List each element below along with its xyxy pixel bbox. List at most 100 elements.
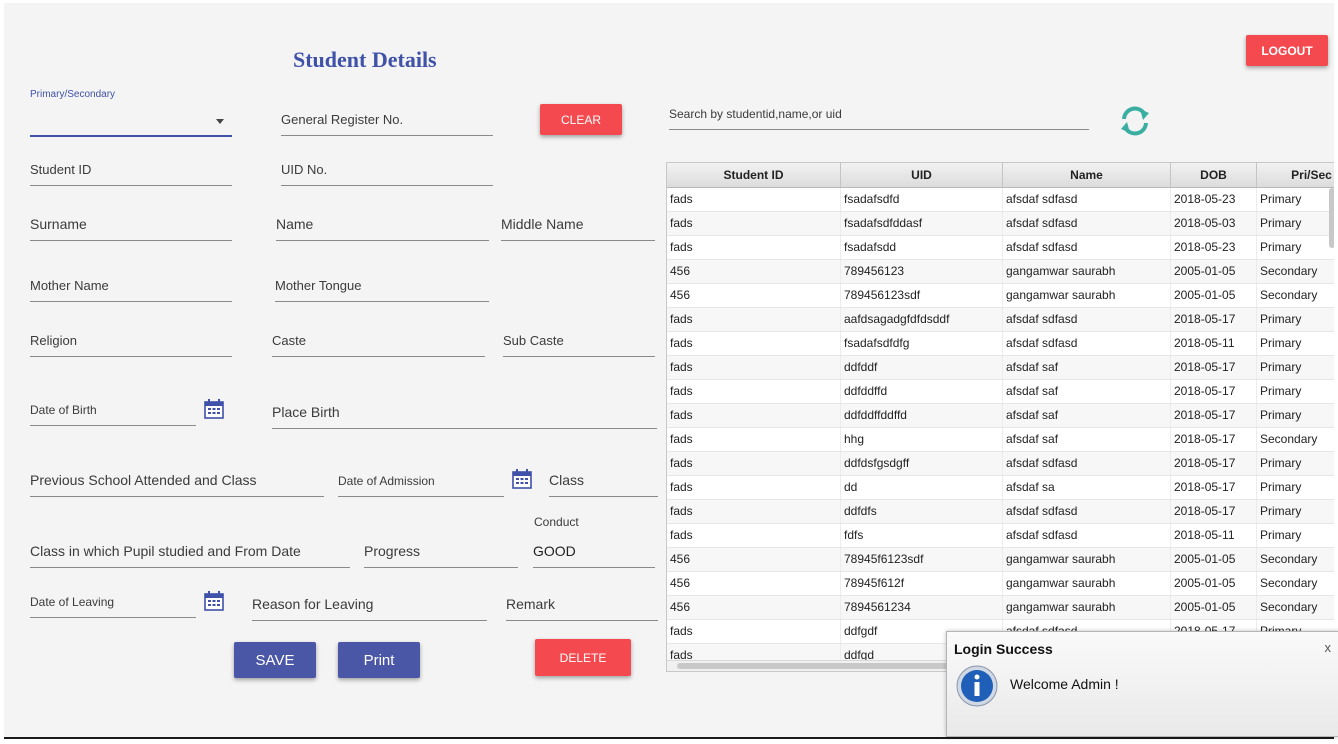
table-row[interactable]: fads ddfddffddffd afsdaf saf 2018-05-17 Prim… — [667, 404, 1334, 428]
cell-name: afsdaf sdfasd — [1003, 452, 1171, 475]
cell-pri-sec: Secondary — [1257, 284, 1334, 307]
sub-caste-placeholder: Sub Caste — [503, 333, 564, 348]
table-row[interactable]: 456 78945f6123sdf gangamwar saurabh 2005-01… — [667, 548, 1334, 572]
cell-name: gangamwar saurabh — [1003, 596, 1171, 619]
religion-field[interactable]: Religion — [30, 324, 232, 357]
cell-pri-sec: Secondary — [1257, 596, 1334, 619]
cell-student-id: 456 — [667, 260, 841, 283]
refresh-icon[interactable] — [1116, 103, 1154, 139]
cell-pri-sec: Secondary — [1257, 260, 1334, 283]
cell-pri-sec: Primary — [1257, 380, 1334, 403]
cell-student-id: 456 — [667, 284, 841, 307]
cell-student-id: fads — [667, 500, 841, 523]
logout-button[interactable]: LOGOUT — [1246, 35, 1328, 66]
table-row[interactable]: fads fsadafsdd afsdaf sdfasd 2018-05-23 Prim… — [667, 236, 1334, 260]
cell-uid: dd — [841, 476, 1003, 499]
column-header-name[interactable]: Name — [1003, 163, 1171, 187]
students-table[interactable]: Student ID UID Name DOB Pri/Sec fads fsad… — [666, 162, 1334, 672]
reason-leaving-field[interactable]: Reason for Leaving — [252, 586, 487, 621]
cell-dob: 2018-05-17 — [1171, 308, 1257, 331]
table-row[interactable]: fads dd afsdaf sa 2018-05-17 Primary — [667, 476, 1334, 500]
table-row[interactable]: fads ddfdfs afsdaf sdfasd 2018-05-17 Primary — [667, 500, 1334, 524]
general-register-field[interactable]: General Register No. — [281, 107, 493, 136]
search-placeholder: Search by studentid,name,or uid — [669, 107, 842, 121]
delete-button[interactable]: DELETE — [535, 639, 631, 676]
column-header-pri-sec[interactable]: Pri/Sec — [1257, 163, 1334, 187]
table-row[interactable]: 456 789456123 gangamwar saurabh 2005-01-05 S… — [667, 260, 1334, 284]
cell-dob: 2005-01-05 — [1171, 260, 1257, 283]
progress-placeholder: Progress — [364, 543, 421, 559]
clear-button[interactable]: CLEAR — [540, 104, 622, 135]
caste-placeholder: Caste — [272, 333, 306, 348]
cell-pri-sec: Primary — [1257, 452, 1334, 475]
chevron-down-icon — [216, 119, 224, 124]
column-header-dob[interactable]: DOB — [1171, 163, 1257, 187]
class-field[interactable]: Class — [549, 463, 658, 497]
date-of-admission-field[interactable]: Date of Admission — [338, 463, 504, 497]
progress-field[interactable]: Progress — [364, 534, 518, 568]
cell-student-id: fads — [667, 620, 841, 643]
save-button[interactable]: SAVE — [234, 642, 316, 678]
conduct-value: GOOD — [533, 543, 576, 559]
cell-pri-sec: Secondary — [1257, 548, 1334, 571]
cell-uid: 78945f612f — [841, 572, 1003, 595]
table-row[interactable]: fads fdfs afsdaf sdfasd 2018-05-11 Primary — [667, 524, 1334, 548]
vertical-scrollbar[interactable] — [1329, 188, 1334, 248]
table-row[interactable]: fads fsadafsdfd afsdaf sdfasd 2018-05-23 Pri… — [667, 188, 1334, 212]
mother-name-field[interactable]: Mother Name — [30, 269, 232, 302]
middle-name-field[interactable]: Middle Name — [501, 208, 655, 241]
previous-school-field[interactable]: Previous School Attended and Class — [30, 463, 324, 497]
table-row[interactable]: 456 7894561234 gangamwar saurabh 2005-01-05… — [667, 596, 1334, 620]
sub-caste-field[interactable]: Sub Caste — [503, 324, 655, 357]
cell-dob: 2018-05-17 — [1171, 476, 1257, 499]
cell-dob: 2018-05-17 — [1171, 356, 1257, 379]
table-row[interactable]: fads fsadafsdfddasf afsdaf sdfasd 2018-05-0… — [667, 212, 1334, 236]
table-header: Student ID UID Name DOB Pri/Sec — [667, 163, 1334, 188]
cell-student-id: fads — [667, 524, 841, 547]
table-row[interactable]: fads fsadafsdfdfg afsdaf sdfasd 2018-05-11 P… — [667, 332, 1334, 356]
mother-tongue-placeholder: Mother Tongue — [275, 278, 362, 293]
caste-field[interactable]: Caste — [272, 324, 485, 357]
primary-secondary-select[interactable] — [30, 107, 232, 137]
table-row[interactable]: fads aafdsagadgfdfdsddf afsdaf sdfasd 2018-… — [667, 308, 1334, 332]
student-id-placeholder: Student ID — [30, 162, 92, 177]
search-input[interactable]: Search by studentid,name,or uid — [669, 99, 1089, 130]
table-row[interactable]: fads ddfddf afsdaf saf 2018-05-17 Primary — [667, 356, 1334, 380]
student-id-field[interactable]: Student ID — [30, 155, 232, 186]
cell-uid: 78945f6123sdf — [841, 548, 1003, 571]
cell-name: gangamwar saurabh — [1003, 572, 1171, 595]
table-row[interactable]: fads ddfddffd afsdaf saf 2018-05-17 Primary — [667, 380, 1334, 404]
conduct-label: Conduct — [534, 515, 579, 529]
calendar-icon[interactable] — [204, 399, 224, 419]
date-of-birth-field[interactable]: Date of Birth — [30, 393, 196, 426]
cell-pri-sec: Secondary — [1257, 428, 1334, 451]
date-of-leaving-field[interactable]: Date of Leaving — [30, 586, 196, 618]
cell-name: gangamwar saurabh — [1003, 260, 1171, 283]
table-row[interactable]: 456 78945f612f gangamwar saurabh 2005-01-05… — [667, 572, 1334, 596]
cell-name: afsdaf sdfasd — [1003, 332, 1171, 355]
calendar-icon[interactable] — [204, 591, 224, 611]
mother-tongue-field[interactable]: Mother Tongue — [275, 269, 489, 302]
scroll-thumb[interactable] — [677, 663, 977, 669]
table-row[interactable]: 456 789456123sdf gangamwar saurabh 2005-01-… — [667, 284, 1334, 308]
remark-field[interactable]: Remark — [506, 586, 658, 621]
table-row[interactable]: fads ddfdsfgsdgff afsdaf sdfasd 2018-05-17 P… — [667, 452, 1334, 476]
info-icon — [956, 665, 998, 707]
date-of-leaving-placeholder: Date of Leaving — [30, 595, 115, 609]
place-birth-field[interactable]: Place Birth — [272, 393, 657, 429]
uid-field[interactable]: UID No. — [281, 155, 493, 186]
column-header-uid[interactable]: UID — [841, 163, 1003, 187]
table-row[interactable]: fads hhg afsdaf saf 2018-05-17 Secondary — [667, 428, 1334, 452]
cell-name: afsdaf saf — [1003, 428, 1171, 451]
column-header-student-id[interactable]: Student ID — [667, 163, 841, 187]
class-studied-field[interactable]: Class in which Pupil studied and From Da… — [30, 534, 350, 568]
conduct-field[interactable]: GOOD — [533, 534, 655, 568]
surname-field[interactable]: Surname — [30, 208, 232, 241]
name-field[interactable]: Name — [276, 208, 489, 241]
close-icon[interactable]: x — [1325, 640, 1332, 655]
cell-pri-sec: Primary — [1257, 236, 1334, 259]
calendar-icon[interactable] — [512, 469, 532, 489]
cell-dob: 2005-01-05 — [1171, 548, 1257, 571]
cell-uid: hhg — [841, 428, 1003, 451]
print-button[interactable]: Print — [338, 642, 420, 678]
